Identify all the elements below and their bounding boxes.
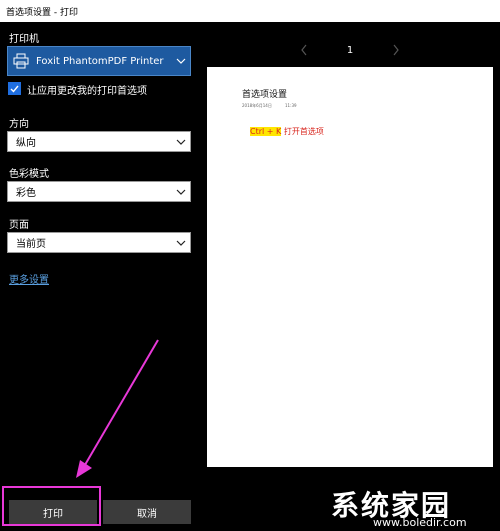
preview-shortcut-key: Ctrl + K [250,127,282,136]
orientation-value: 纵向 [16,138,36,149]
page-navigator: 1 [300,40,400,60]
preview-doc-time: 11:39 [285,103,297,108]
printer-name: Foxit PhantomPDF Printer [36,55,164,67]
orientation-label: 方向 [9,119,29,130]
more-settings-link[interactable]: 更多设置 [9,271,49,286]
checkmark-icon [10,85,19,93]
printer-icon [8,46,34,76]
printer-label: 打印机 [9,34,39,45]
watermark-url: www.boledir.com [373,516,467,529]
next-page-icon[interactable] [392,41,400,60]
cancel-button[interactable]: 取消 [103,500,191,524]
site-watermark: 系统家园 www.boledir.com [331,484,499,530]
chevron-down-icon [172,58,190,64]
preview-shortcut-desc: 打开首选项 [281,127,324,136]
chevron-down-icon [172,139,190,145]
previous-page-icon[interactable] [300,41,308,60]
page-number: 1 [346,44,354,56]
preview-shortcut-line: Ctrl + K 打开首选项 [250,126,324,137]
pages-label: 页面 [9,220,29,231]
preview-doc-title: 首选项设置 [242,90,288,100]
orientation-select[interactable]: 纵向 [7,131,191,152]
preview-doc-date: 2018年6月14日 [242,103,272,108]
title-bar: 首选项设置 - 打印 [0,0,500,22]
print-preview-page: 首选项设置 2018年6月14日 11:39 Ctrl + K 打开首选项 [207,67,493,467]
color-mode-label: 色彩模式 [9,169,49,180]
app-preferences-checkbox[interactable] [8,82,21,95]
app-preferences-label: 让应用更改我的打印首选项 [27,86,147,97]
pages-select[interactable]: 当前页 [7,232,191,253]
window-title: 首选项设置 - 打印 [6,7,78,18]
color-mode-select[interactable]: 彩色 [7,181,191,202]
chevron-down-icon [172,240,190,246]
chevron-down-icon [172,189,190,195]
print-button[interactable]: 打印 [9,500,97,524]
printer-select[interactable]: Foxit PhantomPDF Printer [7,46,191,76]
color-mode-value: 彩色 [16,188,36,199]
pages-value: 当前页 [16,239,46,250]
